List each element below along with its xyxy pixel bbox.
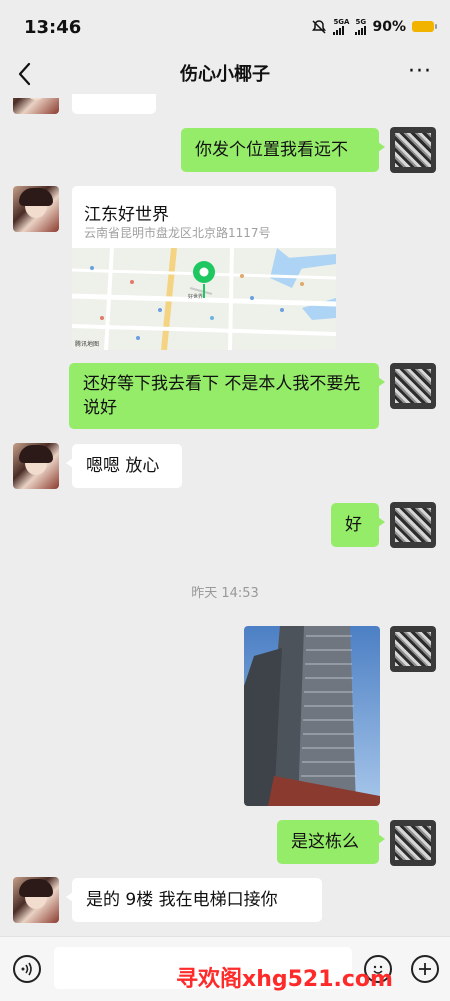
sent-message[interactable]: 你发个位置我看远不	[181, 128, 385, 172]
more-options-button[interactable]: ···	[408, 59, 432, 84]
voice-input-button[interactable]	[13, 955, 41, 983]
my-avatar[interactable]	[390, 127, 436, 173]
chat-header: 伤心小椰子 ···	[0, 56, 450, 94]
contact-avatar[interactable]	[13, 186, 59, 232]
sent-message[interactable]: 还好等下我去看下 不是本人我不要先说好	[69, 363, 385, 429]
plus-icon	[419, 963, 431, 975]
chat-title: 伤心小椰子	[180, 64, 270, 85]
my-avatar[interactable]	[390, 626, 436, 672]
signal-icon-1: 5GA	[333, 18, 349, 35]
location-map: 腾讯地图 好世界	[72, 248, 336, 350]
signal-icon-2: 5G	[355, 18, 367, 35]
sent-message[interactable]: 好	[331, 503, 385, 547]
map-provider-label: 腾讯地图	[75, 340, 99, 348]
battery-icon	[412, 21, 437, 32]
network-label-2: 5G	[355, 18, 367, 26]
contact-avatar[interactable]	[13, 877, 59, 923]
battery-percent: 90%	[372, 18, 406, 35]
network-label-1: 5GA	[333, 18, 350, 26]
received-message[interactable]: 嗯嗯 放心	[66, 444, 182, 488]
message-timestamp: 昨天 14:53	[191, 586, 259, 601]
status-bar: 13:46 5GA 5G 90%	[0, 0, 450, 56]
building-photo[interactable]	[244, 626, 380, 806]
my-avatar[interactable]	[390, 820, 436, 866]
location-address: 云南省昆明市盘龙区北京路1117号	[84, 226, 271, 240]
status-time: 13:46	[24, 17, 82, 38]
location-card[interactable]: 江东好世界 云南省昆明市盘龙区北京路1117号 腾讯地图 好世界	[72, 186, 336, 350]
previous-message-bubble[interactable]	[72, 94, 156, 114]
received-message[interactable]: 是的 9楼 我在电梯口接你	[66, 878, 322, 922]
sent-message[interactable]: 是这栋么	[277, 820, 385, 864]
message-text: 还好等下我去看下 不是本人我不要先说好	[83, 374, 361, 418]
my-avatar[interactable]	[390, 502, 436, 548]
message-text: 是这栋么	[291, 832, 359, 852]
message-text: 是的 9楼 我在电梯口接你	[86, 890, 278, 910]
message-text: 你发个位置我看远不	[195, 140, 348, 160]
status-indicators: 5GA 5G 90%	[311, 18, 437, 35]
location-name: 江东好世界	[84, 205, 169, 225]
watermark-text: 寻欢阁xhg521.com	[176, 967, 393, 992]
add-more-button[interactable]	[411, 955, 439, 983]
message-text: 嗯嗯 放心	[86, 456, 160, 476]
mute-bell-icon	[312, 19, 327, 34]
my-avatar[interactable]	[390, 363, 436, 409]
message-text: 好	[345, 515, 362, 535]
map-poi-label: 好世界	[188, 293, 203, 300]
voice-icon	[21, 962, 32, 976]
contact-avatar[interactable]	[13, 443, 59, 489]
